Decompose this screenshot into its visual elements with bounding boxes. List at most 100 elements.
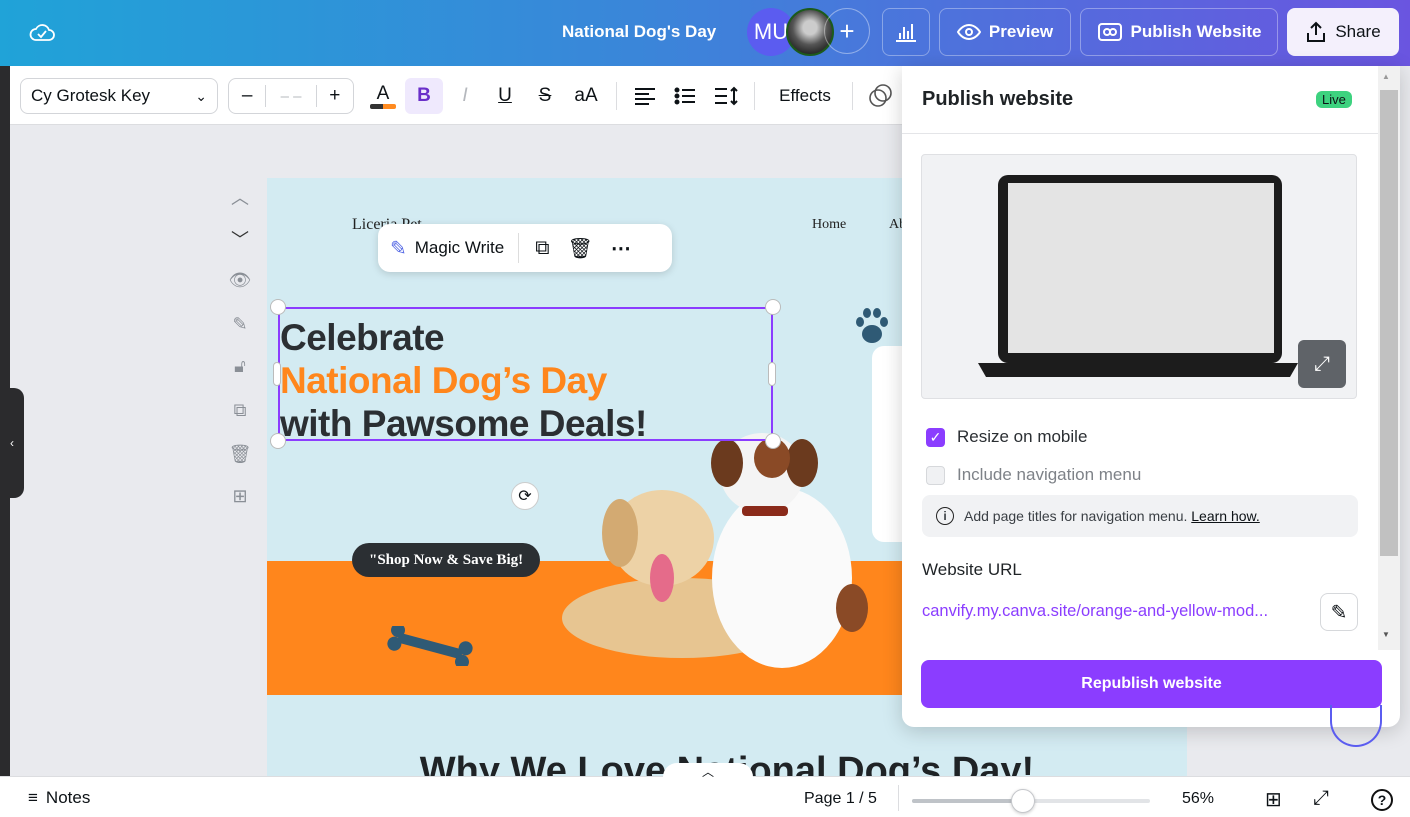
notes-label: Notes [45, 788, 91, 807]
panel-title: Publish website [922, 88, 1074, 110]
eye-icon [956, 23, 981, 41]
page-indicator[interactable]: Page 1 / 5 [804, 790, 877, 808]
font-family-select[interactable]: Cy Grotesk Key ⌄ [20, 78, 218, 114]
more-options-icon[interactable]: ⋯ [611, 236, 631, 261]
magic-write-button[interactable]: ✎ Magic Write [378, 233, 520, 263]
top-bar: National Dog's Day MU + Preview Publish … [0, 0, 1410, 66]
text-toolbar: Cy Grotesk Key ⌄ – – – + A B I U S aA Ef… [10, 66, 902, 125]
preview-button[interactable]: Preview [939, 8, 1071, 56]
publish-label: Publish Website [1130, 22, 1262, 41]
font-size-stepper: – – – + [228, 78, 354, 114]
checkbox-unchecked-icon [926, 465, 945, 485]
share-icon [1307, 21, 1326, 42]
chevron-up-icon[interactable]: ︿ [228, 184, 252, 210]
magic-pen-icon: ✎ [390, 237, 407, 260]
edit-url-button[interactable]: ✎ [1320, 593, 1358, 631]
document-title[interactable]: National Dog's Day [562, 22, 716, 42]
align-left-icon[interactable] [630, 78, 660, 114]
zoom-slider-thumb[interactable] [1011, 789, 1036, 813]
letter-case-button[interactable]: aA [568, 78, 604, 114]
decrease-font-button[interactable]: – [229, 85, 267, 107]
panel-scrollbar[interactable]: ▲ ▼ [1378, 66, 1400, 650]
resize-handle[interactable] [270, 299, 286, 315]
analytics-button[interactable] [882, 8, 930, 56]
republish-website-button[interactable]: Republish website [921, 660, 1382, 708]
notes-button[interactable]: ≡ Notes [28, 788, 90, 808]
font-name: Cy Grotesk Key [31, 86, 151, 105]
lock-icon[interactable]: 🔓︎ [228, 356, 252, 377]
text-color-button[interactable]: A [368, 78, 398, 114]
website-url-link[interactable]: canvify.my.canva.site/orange-and-yellow-… [922, 602, 1312, 621]
paw-print-icon [852, 306, 892, 351]
underline-button[interactable]: U [490, 78, 520, 114]
resize-handle[interactable] [270, 433, 286, 449]
publish-icon [1097, 23, 1122, 41]
notes-edit-icon[interactable]: ✎ [228, 314, 252, 335]
resize-handle[interactable] [765, 433, 781, 449]
resize-handle[interactable] [273, 362, 281, 386]
website-url-label: Website URL [922, 560, 1022, 579]
add-collaborator-button[interactable]: + [824, 8, 870, 54]
chevron-down-icon[interactable]: ﹀ [228, 226, 252, 252]
font-size-input[interactable]: – – [266, 88, 315, 105]
trash-icon[interactable]: 🗑︎ [567, 236, 592, 261]
website-preview: ⤢ [921, 154, 1357, 399]
resize-label: Resize on mobile [957, 427, 1088, 446]
zoom-slider[interactable] [912, 789, 1150, 813]
bullet-list-icon[interactable] [670, 78, 700, 114]
italic-button[interactable]: I [450, 78, 480, 114]
publish-website-panel: Publish website Live ⤢ ✓ Resize on mobil… [902, 66, 1400, 727]
strikethrough-button[interactable]: S [530, 78, 560, 114]
duplicate-page-icon[interactable]: ⧉ [228, 400, 252, 421]
resize-handle[interactable] [765, 299, 781, 315]
bottom-bar: ︿ ≡ Notes Page 1 / 5 56% ⊞ ⤢ ? [0, 763, 1410, 817]
delete-page-icon[interactable]: 🗑︎ [228, 444, 252, 465]
info-notice: i Add page titles for navigation menu. L… [922, 495, 1358, 537]
line-spacing-icon[interactable] [712, 78, 742, 114]
transparency-icon[interactable] [868, 78, 894, 114]
nav-menu-label: Include navigation menu [957, 465, 1142, 484]
nav-home[interactable]: Home [812, 217, 846, 233]
effects-button[interactable]: Effects [770, 78, 840, 114]
magic-write-label: Magic Write [414, 238, 505, 257]
notes-icon: ≡ [28, 788, 38, 807]
bone-icon [385, 623, 475, 671]
scrollbar-thumb[interactable] [1380, 90, 1398, 556]
text-color-icon: A [376, 82, 390, 104]
grid-view-icon[interactable]: ⊞ [1265, 787, 1282, 812]
hide-icon[interactable]: 👁 [228, 270, 252, 291]
share-button[interactable]: Share [1287, 8, 1399, 56]
expand-preview-icon[interactable]: ⤢ [1298, 340, 1346, 388]
resize-on-mobile-checkbox[interactable]: ✓ Resize on mobile [926, 427, 1087, 447]
bar-chart-icon [896, 24, 916, 42]
pencil-icon: ✎ [1330, 601, 1348, 624]
dogs-photo [522, 428, 902, 683]
checkbox-checked-icon: ✓ [926, 427, 945, 447]
bold-button[interactable]: B [405, 78, 443, 114]
info-icon: i [936, 507, 954, 525]
selection-box[interactable] [278, 307, 773, 441]
publish-website-button[interactable]: Publish Website [1080, 8, 1278, 56]
cloud-saved-icon[interactable] [28, 18, 56, 46]
add-page-icon[interactable]: ⊞ [228, 486, 252, 507]
increase-font-button[interactable]: + [315, 85, 353, 107]
magic-assistant-button[interactable] [1330, 705, 1382, 747]
help-icon[interactable]: ? [1371, 789, 1393, 811]
include-nav-menu-checkbox[interactable]: Include navigation menu [926, 465, 1141, 485]
resize-handle[interactable] [768, 362, 776, 386]
expand-sidebar-handle[interactable]: ‹ [0, 388, 24, 498]
show-pages-toggle[interactable]: ︿ [663, 763, 753, 779]
chevron-down-icon: ⌄ [195, 87, 207, 104]
info-text: Add page titles for navigation menu. [964, 508, 1188, 524]
rotate-icon[interactable]: ⟳ [511, 482, 539, 510]
fullscreen-icon[interactable]: ⤢ [1313, 787, 1329, 810]
duplicate-icon[interactable]: ⧉ [535, 237, 549, 260]
share-label: Share [1335, 22, 1381, 41]
left-sidebar-collapsed: ‹ [0, 66, 24, 776]
status-badge: Live [1316, 91, 1352, 108]
zoom-percent[interactable]: 56% [1182, 790, 1214, 808]
preview-label: Preview [988, 22, 1054, 41]
laptop-icon [978, 175, 1298, 377]
shop-now-button[interactable]: "Shop Now & Save Big! [352, 543, 541, 577]
learn-how-link[interactable]: Learn how. [1191, 508, 1260, 524]
